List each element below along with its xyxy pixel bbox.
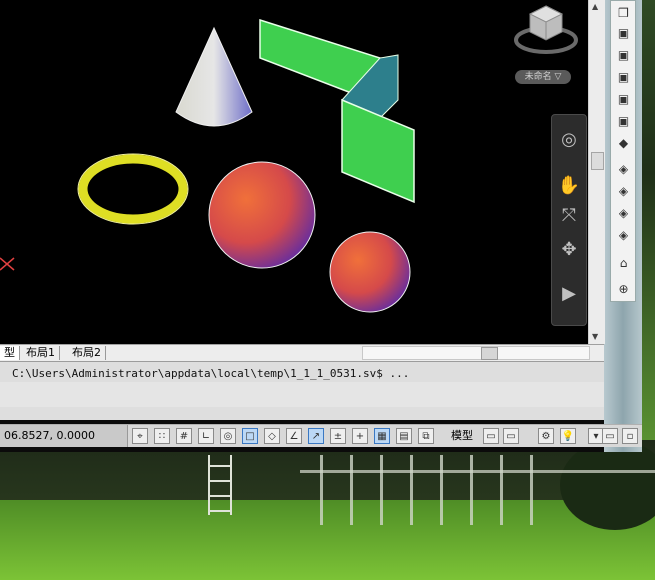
cube-bottom-icon[interactable]: ◆ [613,133,634,153]
object-snap-icon[interactable]: □ [242,428,258,444]
wallpaper-fence-rail [300,470,655,473]
cube-view-icon[interactable]: ❒ [613,3,634,23]
autocad-window: 未命名 ▽ ◎ ✋ ⤧ ✥ ▶ ▲ ▼ ❒ ▣ ▣ ▣ ▣ ▣ ◆ ◈ ◈ ◈ … [0,0,642,452]
navigation-bar: ◎ ✋ ⤧ ✥ ▶ [551,114,587,326]
vertical-scrollbar[interactable]: ▲ ▼ [588,0,605,344]
iso-sw-icon[interactable]: ◈ [613,159,634,179]
dynamic-ucs-icon[interactable]: ↗ [308,428,324,444]
viewcube-ucs-menu[interactable]: 未命名 ▽ [515,70,571,84]
steering-wheel-icon[interactable]: ◎ [557,127,581,151]
tab-model[interactable]: 型 [0,346,20,360]
model-space-toggle[interactable]: 模型 [451,428,473,444]
clean-screen-icon[interactable]: ▭ [602,428,618,444]
torus-solid[interactable] [78,154,188,224]
horizontal-scrollbar[interactable] [362,346,590,360]
workspace-switching-icon[interactable]: ⚙ [538,428,554,444]
zoom-extents-icon[interactable]: ⤧ [557,203,581,227]
pan-icon[interactable]: ✋ [557,173,581,197]
wallpaper-ladder-rail [208,455,210,515]
wallpaper-ladder-step [208,480,232,482]
cube-right-icon[interactable]: ▣ [613,67,634,87]
minimize-panel-icon[interactable]: ▫ [622,428,638,444]
3d-object-snap-icon[interactable]: ◇ [264,428,280,444]
torus-outline [77,153,189,225]
polar-tracking-icon[interactable]: ◎ [220,428,236,444]
quick-view-layouts-icon[interactable]: ▭ [483,428,499,444]
command-history-text: C:\Users\Administrator\appdata\local\tem… [12,367,410,380]
showmotion-icon[interactable]: ▶ [557,281,581,305]
grid-display-icon[interactable]: # [176,428,192,444]
large-sphere-solid[interactable] [208,161,316,269]
cube-top-icon[interactable]: ▣ [613,111,634,131]
command-line-window: C:\Users\Administrator\appdata\local\tem… [0,361,604,420]
vertical-scroll-thumb[interactable] [591,152,604,170]
viewcube[interactable] [512,2,580,56]
tab-layout1[interactable]: 布局1 [22,346,60,360]
view-toolbar: ❒ ▣ ▣ ▣ ▣ ▣ ◆ ◈ ◈ ◈ ◈ ⌂ ⊕ [610,0,636,302]
wallpaper-fence-post [320,455,323,525]
wallpaper-ladder-step [208,510,232,512]
scroll-down-arrow-icon[interactable]: ▼ [592,332,598,341]
wallpaper-fence-post [440,455,443,525]
ucs-icon [0,257,15,271]
scroll-up-arrow-icon[interactable]: ▲ [592,2,598,11]
wallpaper-ladder-step [208,465,232,467]
infer-constraints-icon[interactable]: ⌖ [132,428,148,444]
snap-mode-icon[interactable]: ∷ [154,428,170,444]
transparency-icon[interactable]: ▦ [374,428,390,444]
iso-ne-icon[interactable]: ◈ [613,203,634,223]
wallpaper-fence-post [380,455,383,525]
cursor-coordinates[interactable]: 06.8527, 0.0000 [0,425,128,447]
wallpaper-ladder-rail [230,455,232,515]
wallpaper-ladder-step [208,495,232,497]
model-viewport[interactable]: 未命名 ▽ ◎ ✋ ⤧ ✥ ▶ [0,0,588,344]
wallpaper-fence-post [500,455,503,525]
ortho-mode-icon[interactable]: ∟ [198,428,214,444]
tab-layout2[interactable]: 布局2 [68,346,106,360]
cube-front-icon[interactable]: ▣ [613,23,634,43]
wallpaper-fence-post [410,455,413,525]
cone-solid[interactable] [175,26,253,127]
selection-cycling-icon[interactable]: ⧉ [418,428,434,444]
quick-properties-icon[interactable]: ▤ [396,428,412,444]
status-bar: 06.8527, 0.0000 ⌖ ∷ # ∟ ◎ □ ◇ ∠ ↗ ± + ▦ … [0,424,642,447]
cube-left-icon[interactable]: ▣ [613,45,634,65]
orbit-icon[interactable]: ✥ [557,237,581,261]
isolate-objects-icon[interactable]: 💡 [560,428,576,444]
cube-back-icon[interactable]: ▣ [613,89,634,109]
scene-svg [0,18,415,313]
object-snap-tracking-icon[interactable]: ∠ [286,428,302,444]
wallpaper-fence-post [470,455,473,525]
camera-icon[interactable]: ⌂ [613,253,634,273]
command-input[interactable] [0,382,604,407]
quick-view-drawings-icon[interactable]: ▭ [503,428,519,444]
dynamic-input-icon[interactable]: ± [330,428,346,444]
horizontal-scroll-thumb[interactable] [481,347,498,360]
wallpaper-fence-post [350,455,353,525]
wallpaper-fence-post [530,455,533,525]
small-sphere-solid[interactable] [329,231,411,313]
wallpaper-grass [0,500,655,580]
lineweight-icon[interactable]: + [352,428,368,444]
iso-nw-icon[interactable]: ◈ [613,225,634,245]
zoom-icon[interactable]: ⊕ [613,279,634,299]
iso-se-icon[interactable]: ◈ [613,181,634,201]
